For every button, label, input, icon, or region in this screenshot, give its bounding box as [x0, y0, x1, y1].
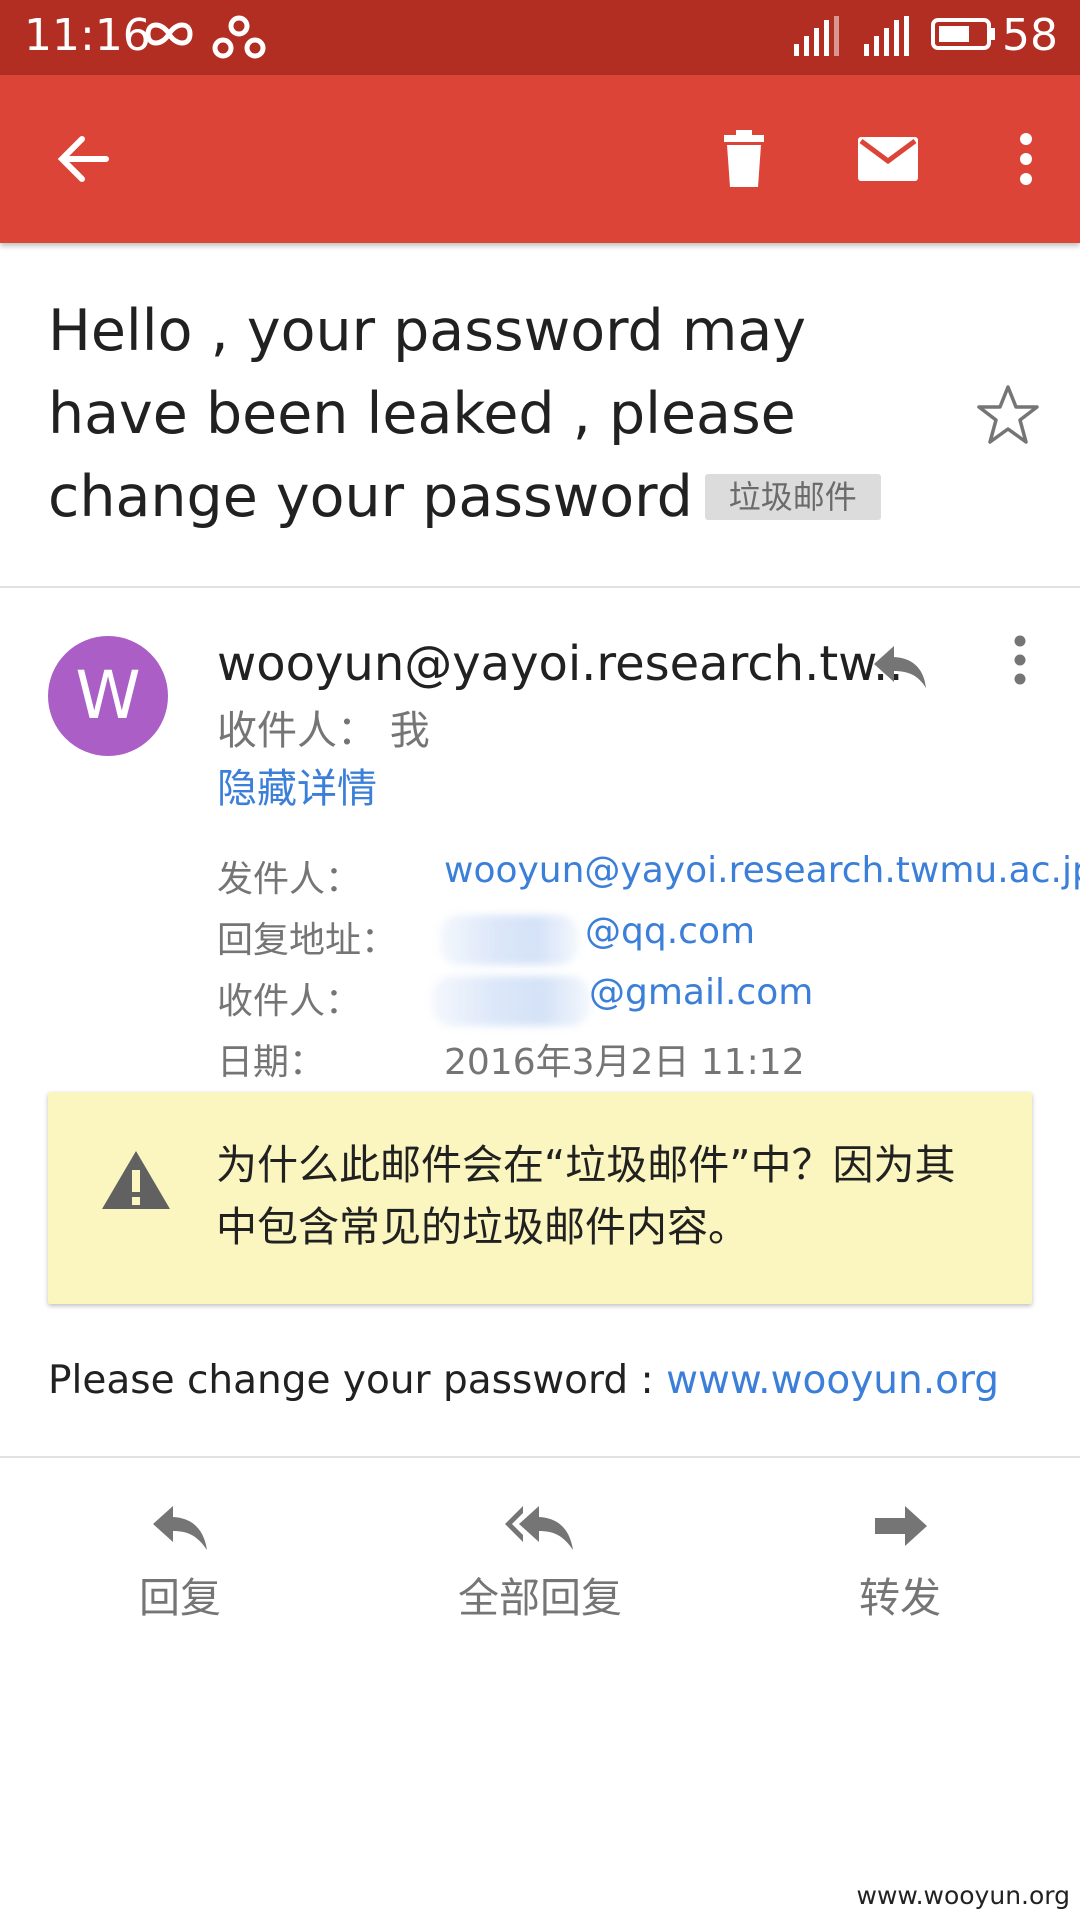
detail-label: 日期： — [217, 1042, 326, 1083]
email-body: Please change your password : www.wooyun… — [48, 1358, 999, 1403]
date-value: 2016年3月2日 11:12 — [444, 1042, 805, 1083]
signal-hplus-icon — [794, 16, 839, 56]
redacted-blur — [431, 976, 591, 1026]
detail-label: 回复地址： — [217, 920, 398, 961]
subject-text: Hello , your password may have been leak… — [48, 298, 807, 530]
forward-button[interactable]: 转发 — [770, 1502, 1030, 1624]
from-address[interactable]: wooyun@yayoi.research.twmu.ac.jp — [444, 850, 1080, 891]
battery-icon — [931, 18, 995, 50]
spam-label[interactable]: 垃圾邮件 — [704, 474, 881, 520]
spam-warning-text: 为什么此邮件会在“垃圾邮件”中？因为其中包含常见的垃圾邮件内容。 — [216, 1141, 956, 1251]
forward-icon — [875, 1506, 927, 1546]
hide-details-link[interactable]: 隐藏详情 — [217, 756, 377, 814]
link-icon — [212, 15, 266, 59]
back-arrow-icon[interactable] — [50, 127, 114, 191]
reply-all-button[interactable]: 全部回复 — [410, 1502, 670, 1624]
avatar[interactable]: W — [48, 636, 168, 756]
reply-label: 回复 — [139, 1574, 221, 1622]
sender-address[interactable]: wooyun@yayoi.research.tw.. — [217, 636, 904, 692]
more-options-icon[interactable] — [1005, 632, 1035, 692]
warning-icon — [102, 1151, 170, 1209]
mail-icon[interactable] — [856, 127, 920, 191]
detail-row-date: 日期： 2016年3月2日 11:12 — [217, 1033, 1037, 1094]
app-bar — [0, 75, 1080, 243]
signal-icon — [864, 16, 909, 56]
body-link[interactable]: www.wooyun.org — [666, 1358, 999, 1403]
reply-button[interactable]: 回复 — [50, 1502, 310, 1624]
status-bar: 11:16 58 — [0, 0, 1080, 75]
detail-label: 收件人： — [217, 981, 362, 1022]
overflow-menu-icon[interactable] — [994, 127, 1058, 191]
recipient-summary: 收件人： 我 — [217, 708, 430, 754]
detail-row-reply-to: 回复地址： @qq.com — [217, 911, 1037, 972]
email-subject: Hello , your password may have been leak… — [48, 290, 928, 539]
reply-icon — [153, 1506, 207, 1550]
detail-label: 发件人： — [217, 859, 362, 900]
email-details: 发件人： wooyun@yayoi.research.twmu.ac.jp 回复… — [217, 850, 1080, 1094]
spam-warning-card: 为什么此邮件会在“垃圾邮件”中？因为其中包含常见的垃圾邮件内容。 — [48, 1092, 1032, 1304]
watermark: www.wooyun.org — [856, 1881, 1070, 1910]
infinity-icon — [145, 22, 193, 46]
reply-all-label: 全部回复 — [458, 1574, 622, 1622]
body-text: Please change your password : — [48, 1358, 667, 1403]
detail-row-from: 发件人： wooyun@yayoi.research.twmu.ac.jp — [217, 850, 1080, 911]
forward-label: 转发 — [859, 1574, 941, 1622]
to-address[interactable]: @gmail.com — [589, 972, 813, 1013]
star-icon[interactable] — [975, 382, 1041, 448]
trash-icon[interactable] — [712, 127, 776, 191]
status-time: 11:16 — [24, 10, 151, 61]
reply-to-address[interactable]: @qq.com — [585, 911, 755, 952]
divider — [0, 1456, 1080, 1458]
redacted-blur — [439, 915, 579, 965]
reply-icon[interactable] — [870, 636, 930, 696]
battery-level: 58 — [1002, 10, 1058, 61]
reply-all-icon — [505, 1506, 573, 1550]
detail-row-to: 收件人： @gmail.com — [217, 972, 1037, 1033]
divider — [0, 586, 1080, 588]
